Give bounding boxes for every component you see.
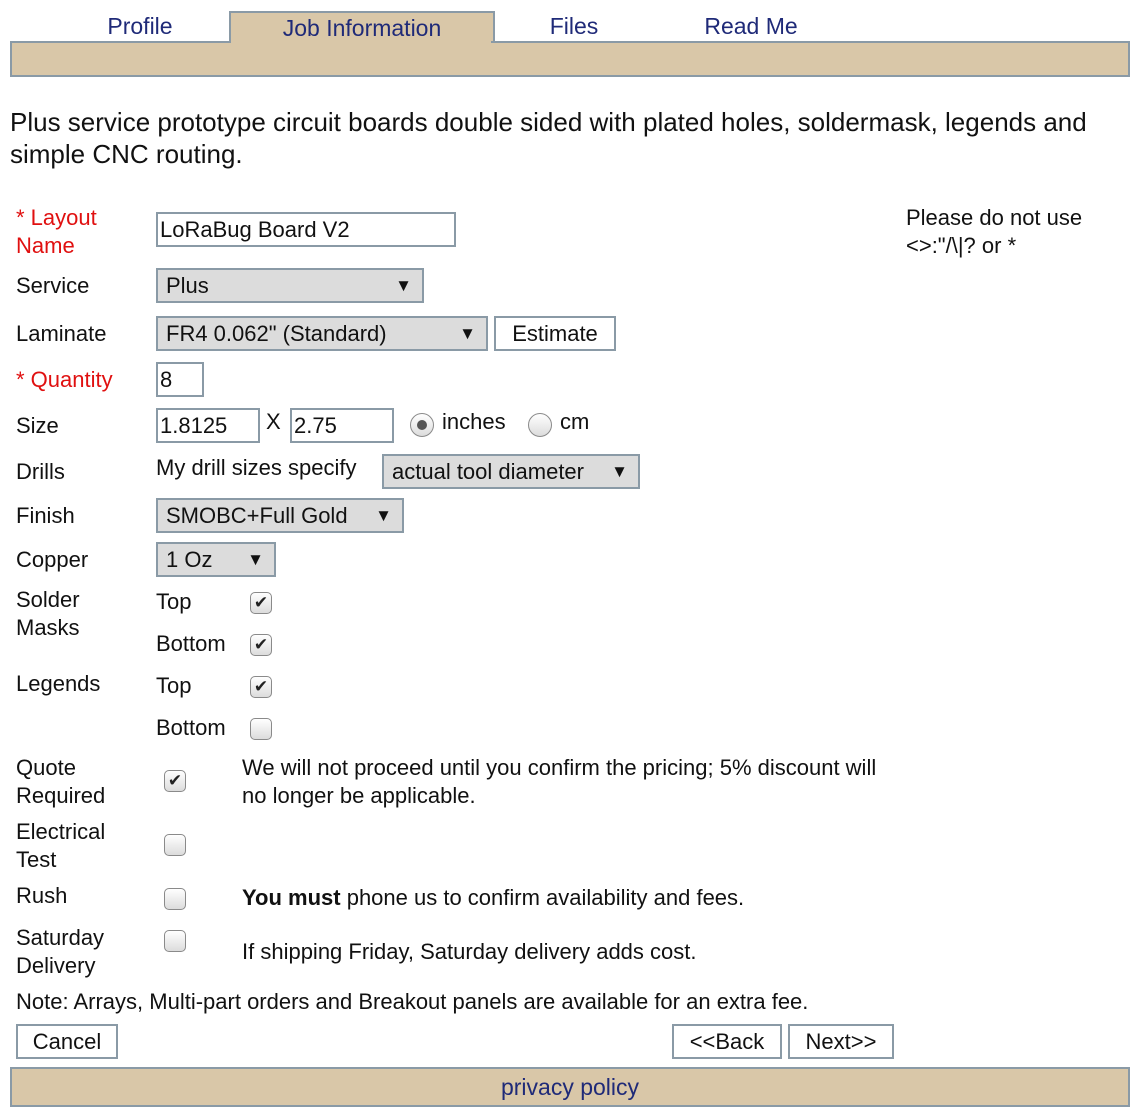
chevron-down-icon: ▼ (395, 275, 412, 295)
electrical-test-label: Electrical Test (16, 819, 106, 872)
copper-label: Copper (16, 547, 89, 572)
quote-required-label: Quote Required (16, 755, 106, 808)
next-button[interactable]: Next>> (788, 1024, 894, 1059)
rush-note-bold: You must (242, 885, 341, 910)
cancel-button[interactable]: Cancel (16, 1024, 118, 1059)
drills-select[interactable]: actual tool diameter ▼ (382, 454, 640, 489)
quantity-label: * Quantity (16, 367, 113, 392)
tab-bar (10, 41, 1130, 77)
quote-required-checkbox[interactable]: ✔ (164, 770, 186, 792)
finish-select[interactable]: SMOBC+Full Gold ▼ (156, 498, 404, 533)
rush-checkbox[interactable] (164, 888, 186, 910)
size-label: Size (16, 413, 59, 438)
solder-top-checkbox[interactable]: ✔ (250, 592, 272, 614)
saturday-delivery-note: If shipping Friday, Saturday delivery ad… (242, 939, 697, 964)
chevron-down-icon: ▼ (459, 323, 476, 343)
cm-label: cm (560, 409, 590, 434)
estimate-button[interactable]: Estimate (494, 316, 616, 351)
check-icon: ✔ (253, 677, 269, 696)
check-icon: ✔ (253, 635, 269, 654)
tab-profile[interactable]: Profile (90, 11, 190, 42)
quantity-input[interactable]: 8 (156, 362, 204, 397)
check-icon: ✔ (167, 771, 183, 790)
service-value: Plus (166, 272, 209, 298)
chevron-down-icon: ▼ (247, 549, 264, 569)
copper-select[interactable]: 1 Oz ▼ (156, 542, 276, 577)
laminate-value: FR4 0.062" (Standard) (166, 320, 387, 346)
size-x-label: X (266, 409, 281, 434)
chevron-down-icon: ▼ (375, 505, 392, 525)
size-height-input[interactable]: 2.75 (290, 408, 394, 443)
check-icon: ✔ (253, 593, 269, 612)
finish-value: SMOBC+Full Gold (166, 502, 348, 528)
service-label: Service (16, 273, 90, 298)
active-tab-joiner (231, 40, 491, 44)
intro-text: Plus service prototype circuit boards do… (10, 107, 1087, 169)
inches-radio[interactable] (410, 413, 434, 437)
legends-top-label: Top (156, 673, 192, 698)
laminate-select[interactable]: FR4 0.062" (Standard) ▼ (156, 316, 488, 351)
footer-bar: privacy policy (10, 1067, 1130, 1107)
back-button[interactable]: <<Back (672, 1024, 782, 1059)
layout-name-label: * Layout Name (16, 205, 97, 258)
legends-bottom-label: Bottom (156, 715, 226, 740)
laminate-label: Laminate (16, 321, 107, 346)
legends-top-checkbox[interactable]: ✔ (250, 676, 272, 698)
drills-text: My drill sizes specify (156, 455, 357, 480)
finish-label: Finish (16, 503, 75, 528)
cm-radio[interactable] (528, 413, 552, 437)
solder-top-label: Top (156, 589, 192, 614)
rush-label: Rush (16, 883, 68, 908)
tab-files[interactable]: Files (525, 11, 623, 42)
copper-value: 1 Oz (166, 546, 213, 572)
quote-required-note: We will not proceed until you confirm th… (242, 755, 877, 808)
drills-label: Drills (16, 459, 65, 484)
tab-read-me[interactable]: Read Me (690, 11, 812, 42)
privacy-policy-link[interactable]: privacy policy (501, 1074, 639, 1101)
saturday-delivery-checkbox[interactable] (164, 930, 186, 952)
layout-name-input[interactable]: LoRaBug Board V2 (156, 212, 456, 247)
drills-value: actual tool diameter (392, 458, 584, 484)
legends-label: Legends (16, 671, 101, 696)
arrays-note: Note: Arrays, Multi-part orders and Brea… (16, 989, 809, 1014)
solder-masks-label: Solder Masks (16, 587, 80, 640)
legends-bottom-checkbox[interactable] (250, 718, 272, 740)
saturday-delivery-label: Saturday Delivery (16, 925, 105, 978)
rush-note: You must phone us to confirm availabilit… (242, 884, 882, 912)
electrical-test-checkbox[interactable] (164, 834, 186, 856)
chevron-down-icon: ▼ (611, 461, 628, 481)
service-select[interactable]: Plus ▼ (156, 268, 424, 303)
inches-label: inches (442, 409, 506, 434)
solder-bottom-checkbox[interactable]: ✔ (250, 634, 272, 656)
solder-bottom-label: Bottom (156, 631, 226, 656)
size-width-input[interactable]: 1.8125 (156, 408, 260, 443)
rush-note-text: phone us to confirm availability and fee… (340, 885, 745, 910)
layout-name-hint: Please do not use <>:"/\|? or * (906, 205, 1083, 258)
